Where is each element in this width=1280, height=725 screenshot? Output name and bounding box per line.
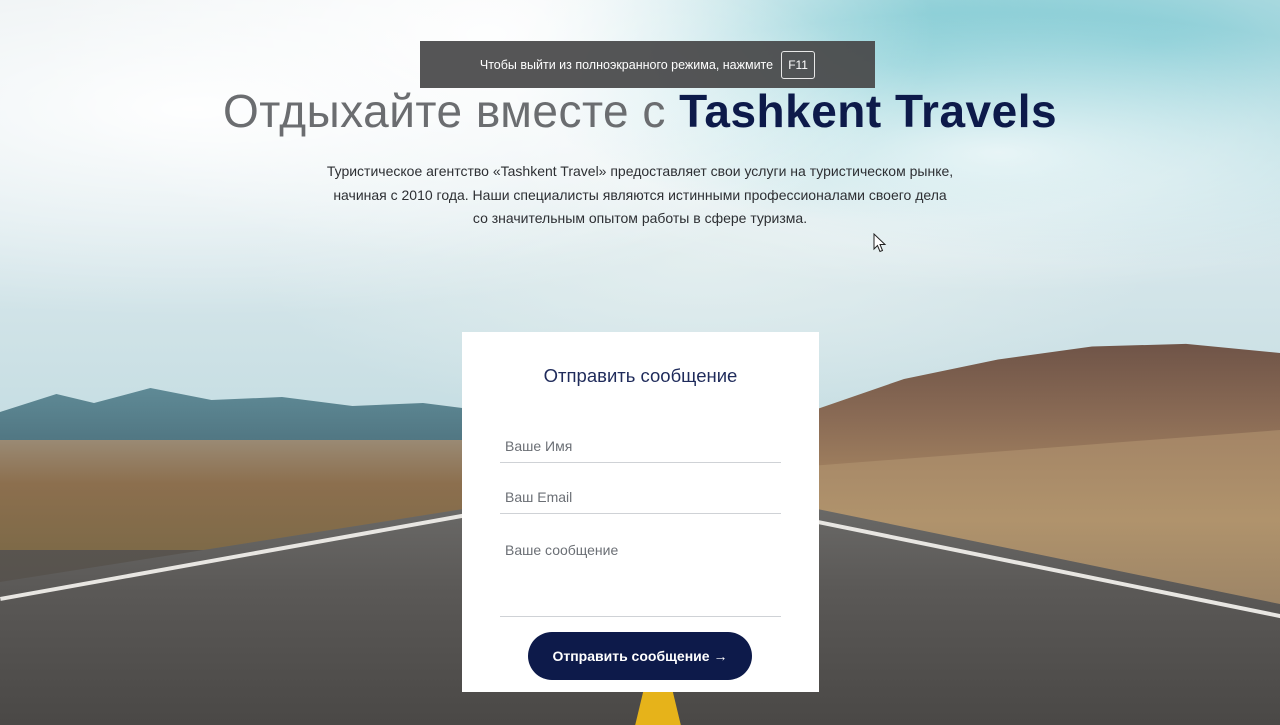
hero-title-prefix: Отдыхайте вместе с <box>222 85 680 137</box>
name-placeholder: Ваше Имя <box>505 438 573 454</box>
email-placeholder: Ваш Email <box>505 489 573 505</box>
name-input[interactable]: Ваше Имя <box>500 434 781 463</box>
message-placeholder: Ваше сообщение <box>505 542 619 558</box>
submit-button-label: Отправить сообщение <box>552 648 710 664</box>
form-title: Отправить сообщение <box>543 365 738 386</box>
hero-description: Туристическое агентство «Tashkent Travel… <box>326 163 954 226</box>
fullscreen-notice-text: Чтобы выйти из полноэкранного режима, на… <box>479 57 774 72</box>
hero-title-brand: Tashkent Travels <box>679 85 1058 137</box>
arrow-right-icon: → <box>713 648 728 664</box>
hero-title: Отдыхайте вместе с Tashkent Travels <box>0 84 1280 138</box>
fullscreen-exit-notice: Чтобы выйти из полноэкранного режима, на… <box>420 41 875 88</box>
email-input[interactable]: Ваш Email <box>500 485 781 514</box>
submit-message-button[interactable]: Отправить сообщение → <box>528 632 752 680</box>
page: Чтобы выйти из полноэкранного режима, на… <box>0 0 1280 725</box>
mouse-pointer-icon <box>873 233 887 253</box>
message-textarea[interactable]: Ваше сообщение <box>500 540 781 617</box>
fullscreen-key-badge: F11 <box>781 50 816 79</box>
contact-form-card: Отправить сообщение Ваше Имя Ваш Email В… <box>462 332 819 692</box>
